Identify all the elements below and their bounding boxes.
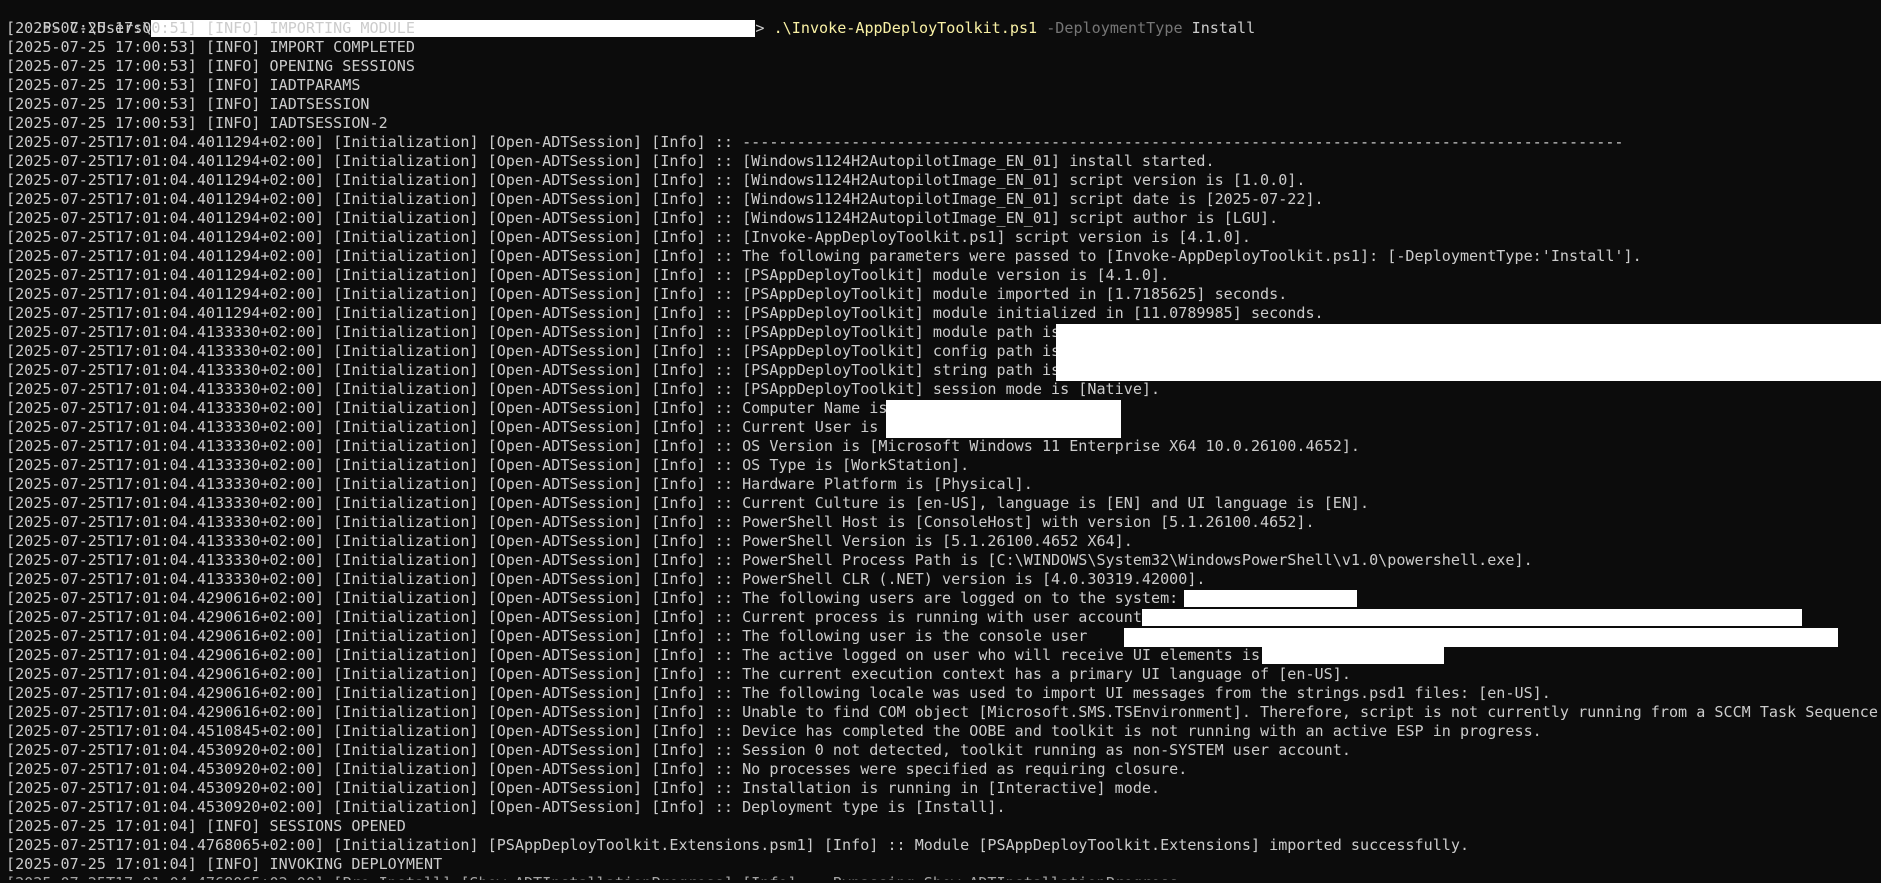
log-line: [2025-07-25T17:01:04.4011294+02:00] [Ini… <box>6 152 1215 170</box>
log-line: [2025-07-25T17:01:04.4510845+02:00] [Ini… <box>6 722 1542 740</box>
log-line: [2025-07-25T17:01:04.4133330+02:00] [Ini… <box>6 551 1533 569</box>
log-line: [2025-07-25T17:01:04.4290616+02:00] [Ini… <box>6 665 1351 683</box>
log-line: [2025-07-25T17:01:04.4011294+02:00] [Ini… <box>6 209 1279 227</box>
log-line: [2025-07-25 17:00:53] [INFO] IADTSESSION <box>6 95 370 113</box>
log-output: [2025-07-25 17:00:51] [INFO] IMPORTING M… <box>6 19 1881 874</box>
prompt-line: PS C:\Users\ > .\Invoke-AppDeployToolkit.… <box>6 0 1881 37</box>
log-line: [2025-07-25 17:01:04] [INFO] INVOKING DE… <box>6 855 443 873</box>
log-line: [2025-07-25T17:01:04.4133330+02:00] [Ini… <box>6 437 1360 455</box>
log-line: [2025-07-25T17:01:04.4133330+02:00] [Ini… <box>6 570 1206 588</box>
log-line: [2025-07-25T17:01:04.4530920+02:00] [Ini… <box>6 760 1188 778</box>
terminal-window[interactable]: PS C:\Users\ > .\Invoke-AppDeployToolkit.… <box>0 0 1881 883</box>
redaction-box <box>1056 362 1881 381</box>
log-line: [2025-07-25T17:01:04.4290616+02:00] [Ini… <box>6 646 1881 665</box>
redaction-box <box>1056 324 1881 343</box>
redaction-box <box>1142 609 1802 626</box>
log-line: [2025-07-25T17:01:04.4290616+02:00] [Ini… <box>6 627 1881 647</box>
log-line: [2025-07-25T17:01:04.4133330+02:00] [Ini… <box>6 418 1881 438</box>
cut-off-line: [2025-07-25T17:01:04.4768065+02:00] [Pre… <box>6 874 1881 880</box>
log-line: [2025-07-25T17:01:04.4133330+02:00] [Ini… <box>6 399 1881 419</box>
log-line: [2025-07-25 17:00:53] [INFO] IADTPARAMS <box>6 76 361 94</box>
log-line: [2025-07-25T17:01:04.4530920+02:00] [Ini… <box>6 798 1006 816</box>
log-line: [2025-07-25T17:01:04.4530920+02:00] [Ini… <box>6 779 1161 797</box>
log-line: [2025-07-25T17:01:04.4011294+02:00] [Ini… <box>6 247 1642 265</box>
log-line: [2025-07-25T17:01:04.4133330+02:00] [Ini… <box>6 494 1370 512</box>
log-line: [2025-07-25T17:01:04.4133330+02:00] [Ini… <box>6 361 1881 381</box>
log-line: [2025-07-25T17:01:04.4768065+02:00] [Ini… <box>6 836 1470 854</box>
log-line: [2025-07-25T17:01:04.4133330+02:00] [Ini… <box>6 532 1133 550</box>
log-line: [2025-07-25T17:01:04.4011294+02:00] [Ini… <box>6 266 1170 284</box>
log-line: [2025-07-25T17:01:04.4290616+02:00] [Ini… <box>6 589 1881 608</box>
log-line: [2025-07-25T17:01:04.4290616+02:00] [Ini… <box>6 703 1881 721</box>
log-line: [2025-07-25T17:01:04.4133330+02:00] [Ini… <box>6 513 1315 531</box>
log-line: [2025-07-25 17:00:51] [INFO] IMPORTING M… <box>6 19 415 37</box>
log-line: [2025-07-25T17:01:04.4133330+02:00] [Ini… <box>6 456 970 474</box>
redaction-box <box>1184 590 1357 607</box>
redaction-box <box>1056 343 1881 362</box>
log-line: [2025-07-25T17:01:04.4011294+02:00] [Ini… <box>6 190 1324 208</box>
log-line: [2025-07-25 17:00:53] [INFO] IADTSESSION… <box>6 114 388 132</box>
log-line: [2025-07-25T17:01:04.4133330+02:00] [Ini… <box>6 342 1881 362</box>
log-line: [2025-07-25T17:01:04.4133330+02:00] [Ini… <box>6 475 1033 493</box>
log-line: [2025-07-25T17:01:04.4011294+02:00] [Ini… <box>6 133 1624 151</box>
log-line: [2025-07-25T17:01:04.4011294+02:00] [Ini… <box>6 171 1306 189</box>
log-line: [2025-07-25T17:01:04.4011294+02:00] [Ini… <box>6 228 1251 246</box>
log-line: [2025-07-25T17:01:04.4290616+02:00] [Ini… <box>6 608 1881 627</box>
redaction-box <box>1124 628 1838 647</box>
log-line: [2025-07-25 17:00:53] [INFO] IMPORT COMP… <box>6 38 415 56</box>
log-line: [2025-07-25T17:01:04.4290616+02:00] [Ini… <box>6 684 1551 702</box>
redaction-box <box>1262 647 1444 664</box>
log-line: [2025-07-25T17:01:04.4011294+02:00] [Ini… <box>6 304 1324 322</box>
log-line: [2025-07-25T17:01:04.4530920+02:00] [Ini… <box>6 741 1351 759</box>
log-line: [2025-07-25T17:01:04.4011294+02:00] [Ini… <box>6 285 1288 303</box>
log-line: [2025-07-25 17:00:53] [INFO] OPENING SES… <box>6 57 415 75</box>
log-line: [2025-07-25 17:01:04] [INFO] SESSIONS OP… <box>6 817 406 835</box>
redaction-box <box>886 419 1121 438</box>
log-line: [2025-07-25T17:01:04.4133330+02:00] [Ini… <box>6 380 1161 398</box>
log-line: [2025-07-25T17:01:04.4133330+02:00] [Ini… <box>6 323 1881 343</box>
redaction-box <box>886 400 1121 419</box>
